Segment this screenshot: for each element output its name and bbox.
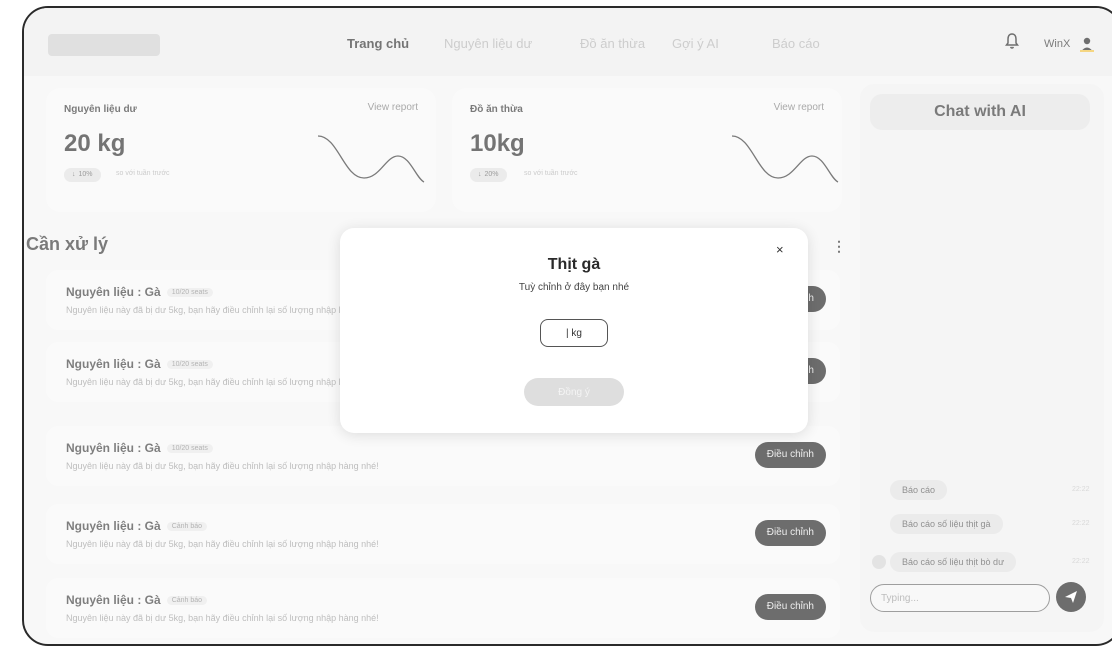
modal-title: Thịt gà: [547, 256, 601, 273]
adjust-modal: × Thịt gà Tuỳ chỉnh ở đây bạn nhé Đồng ý: [340, 228, 808, 433]
app-window: Trang chủ Nguyên liệu dư Đồ ăn thừa Gợi …: [22, 6, 1112, 646]
confirm-button[interactable]: Đồng ý: [524, 378, 624, 406]
close-icon[interactable]: ×: [776, 242, 784, 257]
modal-subtitle: Tuỳ chỉnh ở đây bạn nhé: [518, 282, 630, 293]
quantity-input[interactable]: [540, 319, 608, 347]
